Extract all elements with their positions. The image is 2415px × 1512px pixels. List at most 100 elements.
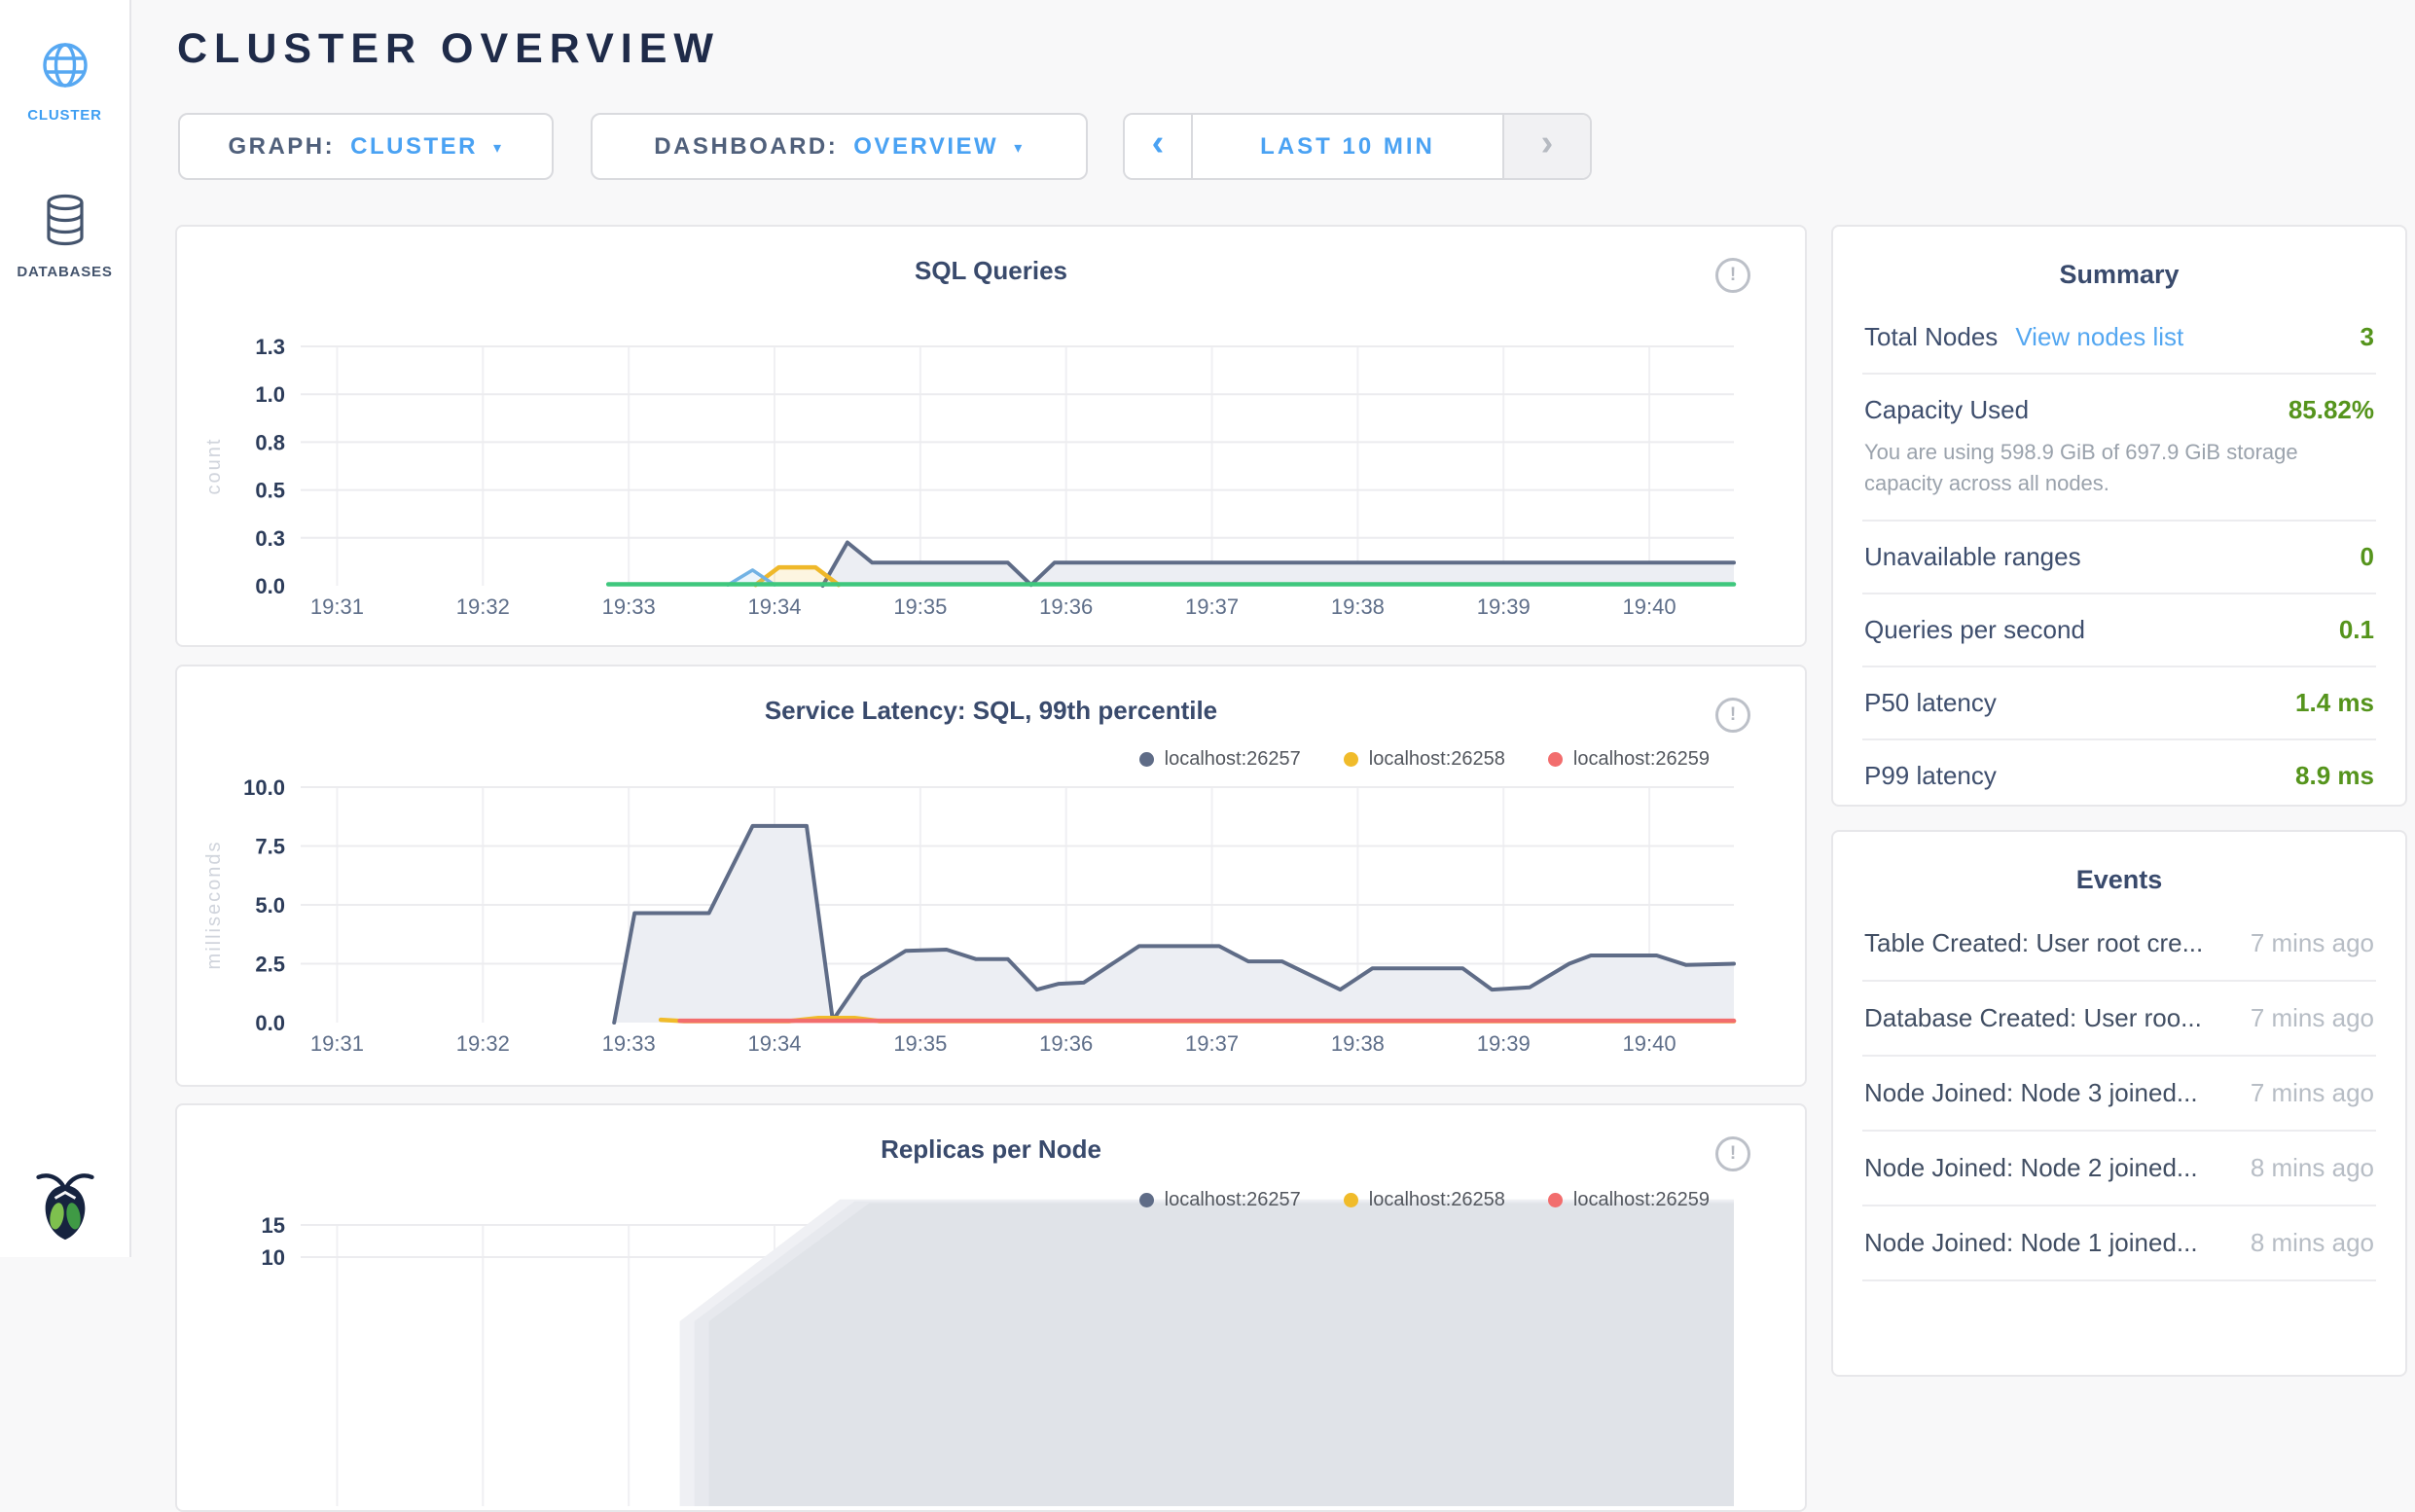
- legend-item[interactable]: localhost:26258: [1344, 1189, 1505, 1211]
- summary-row-value: 85.82%: [2289, 395, 2374, 425]
- info-icon[interactable]: !: [1715, 258, 1750, 293]
- svg-text:19:33: 19:33: [602, 1031, 656, 1056]
- legend-item[interactable]: localhost:26258: [1344, 748, 1505, 771]
- summary-row: Total NodesView nodes list3: [1862, 302, 2376, 375]
- dashboard-dropdown-label: DASHBOARD:: [654, 133, 838, 161]
- summary-row-value: 1.4 ms: [2295, 688, 2374, 718]
- svg-text:1.0: 1.0: [255, 382, 285, 407]
- summary-panel: Summary Total NodesView nodes list3Capac…: [1831, 225, 2407, 807]
- service-latency-chart-card: 19:3119:3219:3319:3419:3519:3619:3719:38…: [175, 665, 1807, 1087]
- graph-dropdown-value: CLUSTER: [350, 133, 478, 161]
- svg-text:0.8: 0.8: [255, 430, 285, 454]
- chevron-down-icon: ▾: [1014, 136, 1025, 158]
- graph-dropdown-label: GRAPH:: [228, 133, 335, 161]
- svg-text:19:32: 19:32: [456, 594, 510, 619]
- sidebar-item-label: CLUSTER: [27, 107, 101, 124]
- event-row[interactable]: Database Created: User roo... 7 mins ago: [1862, 982, 2376, 1057]
- svg-text:0.5: 0.5: [255, 479, 285, 503]
- summary-row-label: P50 latency: [1864, 688, 1997, 718]
- legend-dot-icon: [1139, 1193, 1154, 1207]
- info-icon[interactable]: !: [1715, 698, 1750, 733]
- svg-text:19:35: 19:35: [893, 594, 947, 619]
- chart-legend: localhost:26257 localhost:26258 localhost:…: [1139, 1189, 1710, 1211]
- summary-row-value: 0: [2361, 542, 2374, 572]
- summary-row-subtext: You are using 598.9 GiB of 697.9 GiB sto…: [1864, 437, 2374, 499]
- sql-queries-chart-card: 19:3119:3219:3319:3419:3519:3619:3719:38…: [175, 225, 1807, 647]
- svg-text:0.3: 0.3: [255, 526, 285, 551]
- chevron-down-icon: ▾: [493, 136, 504, 158]
- event-time: 8 mins ago: [2251, 1228, 2374, 1258]
- legend-dot-icon: [1139, 752, 1154, 767]
- svg-text:19:33: 19:33: [602, 594, 656, 619]
- event-row[interactable]: Node Joined: Node 3 joined...7 mins ago: [1862, 1057, 2376, 1132]
- event-text: Node Joined: Node 3 joined...: [1864, 1078, 2198, 1108]
- summary-row: P99 latency 8.9 ms: [1862, 740, 2376, 811]
- legend-item[interactable]: localhost:26259: [1548, 1189, 1710, 1211]
- event-row[interactable]: Node Joined: Node 1 joined...8 mins ago: [1862, 1206, 2376, 1281]
- event-text: Database Created: User roo...: [1864, 1003, 2202, 1033]
- svg-text:2.5: 2.5: [255, 953, 285, 977]
- svg-text:19:34: 19:34: [747, 594, 801, 619]
- time-prev-button[interactable]: ‹: [1125, 115, 1193, 178]
- legend-label: localhost:26259: [1573, 748, 1710, 771]
- svg-text:19:37: 19:37: [1185, 1031, 1239, 1056]
- svg-text:5.0: 5.0: [255, 893, 285, 918]
- summary-row-value: 8.9 ms: [2295, 761, 2374, 791]
- legend-label: localhost:26259: [1573, 1189, 1710, 1211]
- legend-item[interactable]: localhost:26257: [1139, 748, 1301, 771]
- svg-text:19:34: 19:34: [747, 1031, 801, 1056]
- summary-row: P50 latency 1.4 ms: [1862, 667, 2376, 740]
- event-time: 7 mins ago: [2251, 1003, 2374, 1033]
- chevron-right-icon: ›: [1541, 123, 1554, 164]
- summary-row: Capacity Used85.82%You are using 598.9 G…: [1862, 375, 2376, 522]
- dashboard-dropdown-value: OVERVIEW: [853, 133, 998, 161]
- graph-dropdown[interactable]: GRAPH: CLUSTER ▾: [178, 113, 554, 180]
- summary-rows: Total NodesView nodes list3Capacity Used…: [1862, 302, 2376, 811]
- sidebar-item-cluster[interactable]: CLUSTER: [0, 41, 129, 124]
- svg-text:19:39: 19:39: [1477, 1031, 1531, 1056]
- svg-text:19:35: 19:35: [893, 1031, 947, 1056]
- summary-row-label: Queries per second: [1864, 615, 2085, 645]
- svg-text:1.3: 1.3: [255, 335, 285, 359]
- dashboard-controls: GRAPH: CLUSTER ▾ DASHBOARD: OVERVIEW ▾ ‹…: [178, 113, 1592, 180]
- event-time: 8 mins ago: [2251, 1153, 2374, 1183]
- legend-label: localhost:26257: [1165, 1189, 1301, 1211]
- legend-label: localhost:26258: [1369, 748, 1505, 771]
- cockroachdb-logo: [33, 1168, 97, 1245]
- event-time: 7 mins ago: [2251, 928, 2374, 958]
- svg-text:10: 10: [262, 1245, 285, 1270]
- service-latency-chart-plot[interactable]: 19:3119:3219:3319:3419:3519:3619:3719:38…: [177, 666, 1805, 1085]
- event-text: Node Joined: Node 2 joined...: [1864, 1153, 2198, 1183]
- svg-text:19:38: 19:38: [1331, 1031, 1385, 1056]
- sidebar: CLUSTER DATABASES: [0, 0, 131, 1257]
- legend-item[interactable]: localhost:26257: [1139, 1189, 1301, 1211]
- sql-queries-chart-plot[interactable]: 19:3119:3219:3319:3419:3519:3619:3719:38…: [177, 227, 1805, 645]
- view-nodes-list-link[interactable]: View nodes list: [2015, 322, 2183, 352]
- legend-label: localhost:26257: [1165, 748, 1301, 771]
- svg-text:milliseconds: milliseconds: [203, 841, 225, 970]
- summary-row-label: P99 latency: [1864, 761, 1997, 791]
- svg-text:19:32: 19:32: [456, 1031, 510, 1056]
- dashboard-dropdown[interactable]: DASHBOARD: OVERVIEW ▾: [591, 113, 1088, 180]
- event-text: Table Created: User root cre...: [1864, 928, 2203, 958]
- event-row[interactable]: Node Joined: Node 2 joined... 8 mins ago: [1862, 1132, 2376, 1206]
- legend-dot-icon: [1344, 1193, 1358, 1207]
- svg-text:19:31: 19:31: [310, 1031, 364, 1056]
- time-next-button[interactable]: ›: [1502, 115, 1590, 178]
- database-icon: [43, 194, 88, 251]
- globe-icon: [41, 41, 90, 94]
- sidebar-item-databases[interactable]: DATABASES: [0, 194, 129, 280]
- svg-text:0.0: 0.0: [255, 1011, 285, 1035]
- legend-item[interactable]: localhost:26259: [1548, 748, 1710, 771]
- sidebar-item-label: DATABASES: [17, 264, 112, 280]
- summary-row-value: 3: [2361, 322, 2374, 352]
- info-icon[interactable]: !: [1715, 1136, 1750, 1171]
- events-rows: Table Created: User root cre... 7 mins ag…: [1862, 907, 2376, 1281]
- time-range-button[interactable]: LAST 10 MIN: [1193, 115, 1502, 178]
- svg-text:count: count: [203, 438, 225, 495]
- svg-text:19:40: 19:40: [1623, 1031, 1676, 1056]
- summary-row: Unavailable ranges0: [1862, 522, 2376, 594]
- replicas-per-node-chart-plot[interactable]: 1510: [177, 1105, 1805, 1506]
- event-row[interactable]: Table Created: User root cre... 7 mins ag…: [1862, 907, 2376, 982]
- svg-text:19:31: 19:31: [310, 594, 364, 619]
